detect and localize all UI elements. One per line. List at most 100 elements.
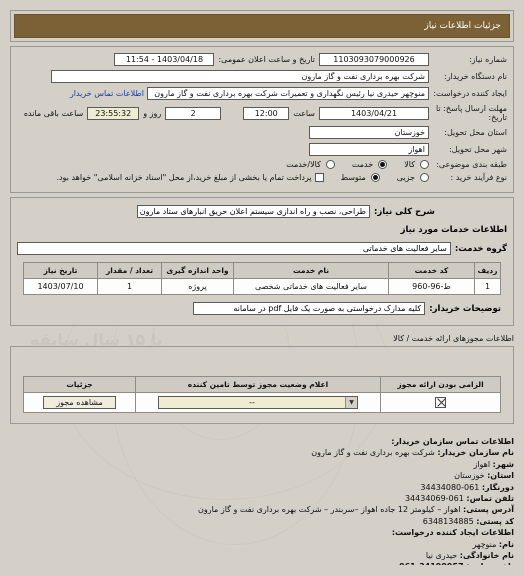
category-radio-khedmat[interactable]	[378, 160, 388, 169]
cell-permit-required	[380, 392, 501, 413]
requester-info-title: اطلاعات ایجاد کننده درخواست:	[391, 528, 514, 538]
requester-value-firstname: منوچهر	[472, 539, 497, 549]
cell-need-date: 1403/07/10	[23, 278, 98, 295]
buyer-org-label: نام دستگاه خریدار:	[444, 72, 507, 81]
table-row: ▼ -- مشاهده مجوز	[23, 392, 501, 413]
category-radio-kala-khedmat[interactable]	[325, 160, 335, 169]
top-strip	[0, 0, 524, 8]
deadline-label: مهلت ارسال پاسخ: تا تاریخ:	[429, 104, 507, 122]
contact-value-fax: 34434080-061	[420, 482, 480, 492]
cell-quantity: 1	[97, 278, 162, 295]
col-permit-status: اعلام وضعیت مجوز توسط تامین کننده	[135, 376, 381, 393]
contact-key-phone: تلفن تماس:	[466, 494, 514, 504]
buyer-contact-link[interactable]: اطلاعات تماس خریدار	[70, 89, 147, 98]
contact-info-block: اطلاعات تماس سازمان خریدار: نام سازمان خ…	[10, 436, 514, 565]
city-label: شهر محل تحویل:	[449, 145, 507, 154]
row-requester: ایجاد کننده درخواست: منوچهر حیدری نیا رئ…	[17, 87, 507, 100]
items-table: ردیف کد خدمت نام خدمت واحد اندازه گیری ت…	[23, 262, 501, 295]
requester-value-lastname: حیدری نیا	[425, 551, 458, 561]
buyer-notes-label: توضیحات خریدار:	[429, 303, 501, 314]
deadline-time-input[interactable]: 12:00	[243, 106, 290, 120]
cell-row-no: 1	[474, 278, 501, 295]
contact-title: اطلاعات تماس سازمان خریدار:	[391, 437, 514, 446]
table-row: 1 ط-96-960 سایر فعالیت های خدماتی شخصی پ…	[23, 278, 501, 295]
purchase-radio-motevaset[interactable]	[370, 173, 380, 182]
buyer-notes-input[interactable]: کلیه مدارک درخواستی به صورت یک فایل pdf …	[193, 302, 426, 315]
row-buyer-org: نام دستگاه خریدار: شرکت بهره برداری نفت …	[17, 70, 507, 83]
contact-value-province: خوزستان	[454, 471, 485, 481]
treasury-bond-label: پرداخت تمام یا بخشی از مبلغ خرید،از محل …	[56, 173, 312, 182]
contact-field: تلفن تماس: 34434069-061	[10, 493, 514, 504]
page-title: جزئیات اطلاعات نیاز	[14, 14, 510, 38]
row-province: استان محل تحویل: خوزستان	[17, 126, 507, 139]
service-group-label: گروه خدمت:	[454, 243, 507, 254]
city-input[interactable]: اهواز	[309, 143, 429, 156]
row-overall-description: شرح کلی نیاز: طراحی، نصب و راه اندازی سی…	[17, 205, 507, 218]
row-deadline: مهلت ارسال پاسخ: تا تاریخ: 1403/04/21 سا…	[17, 104, 507, 122]
header-panel: جزئیات اطلاعات نیاز	[10, 10, 514, 42]
permits-table-header-row: الزامی بودن ارائه مجوز اعلام وضعیت مجوز …	[23, 376, 501, 393]
purchase-label-jozei: جزیی	[396, 173, 415, 182]
category-label: طبقه بندی موضوعی:	[436, 160, 507, 169]
need-number-input[interactable]: 1103093079000926	[319, 53, 429, 66]
announce-datetime-label: تاریخ و ساعت اعلان عمومی:	[218, 55, 315, 64]
services-info-title: اطلاعات خدمات مورد نیاز	[400, 225, 507, 235]
permits-panel: الزامی بودن ارائه مجوز اعلام وضعیت مجوز …	[10, 346, 514, 424]
contact-field: شهر: اهواز	[10, 459, 514, 470]
service-group-input[interactable]: سایر فعالیت های خدماتی	[17, 242, 451, 255]
requester-phone-cut: تلفن تماس: 34199957-061	[399, 562, 514, 565]
contact-field: استان: خوزستان	[10, 470, 514, 481]
purchase-radio-jozei[interactable]	[420, 173, 429, 182]
contact-field: کد پستی: 6348134885	[10, 516, 514, 527]
col-quantity: تعداد / مقدار	[97, 262, 162, 279]
col-permit-required: الزامی بودن ارائه مجوز	[380, 376, 501, 393]
view-permit-button[interactable]: مشاهده مجوز	[43, 396, 116, 409]
row-service-group: گروه خدمت: سایر فعالیت های خدماتی	[17, 242, 507, 255]
col-unit: واحد اندازه گیری	[161, 262, 234, 279]
contact-value-phone: 34434069-061	[404, 494, 464, 504]
cell-permit-details: مشاهده مجوز	[23, 392, 136, 413]
col-row-no: ردیف	[474, 262, 501, 279]
contact-field: نام خانوادگی: حیدری نیا	[10, 550, 514, 561]
contact-field: نام: منوچهر	[10, 539, 514, 550]
contact-field: نام سازمان خریدار: شرکت بهره برداری نفت …	[10, 447, 514, 458]
category-label-khedmat: خدمت	[351, 160, 374, 169]
cell-unit: پروژه	[161, 278, 234, 295]
contact-field: دورنگار: 34434080-061	[10, 482, 514, 493]
permit-status-select[interactable]: ▼ --	[158, 396, 358, 409]
category-radio-kala[interactable]	[420, 160, 429, 169]
col-service-code: کد خدمت	[388, 262, 475, 279]
contact-key-address: آدرس پستی:	[463, 505, 514, 515]
need-info-form: شماره نیاز: 1103093079000926 تاریخ و ساع…	[10, 46, 514, 193]
hour-label: ساعت	[293, 108, 315, 118]
deadline-label-line1: مهلت ارسال پاسخ: تا	[435, 104, 507, 113]
page-root: 1001 ParsNamadData با ۱۵ سال سابقه پایگا…	[0, 0, 524, 576]
contact-key-province: استان:	[487, 471, 514, 481]
deadline-date-input[interactable]: 1403/04/21	[319, 106, 429, 120]
permit-status-value: --	[249, 398, 255, 407]
permit-required-checkbox-x-icon[interactable]	[435, 397, 446, 408]
province-label: استان محل تحویل:	[444, 128, 507, 137]
col-need-date: تاریخ نیاز	[23, 262, 98, 279]
description-panel: شرح کلی نیاز: طراحی، نصب و راه اندازی سی…	[10, 197, 514, 326]
province-input[interactable]: خوزستان	[309, 126, 429, 139]
permits-table: الزامی بودن ارائه مجوز اعلام وضعیت مجوز …	[23, 376, 501, 413]
row-purchase-type: نوع فرآیند خرید : جزیی متوسط پرداخت تمام…	[17, 173, 507, 182]
contact-field: آدرس پستی: اهواز – کیلومتر 12 جاده اهواز…	[10, 504, 514, 515]
requester-label: ایجاد کننده درخواست:	[433, 89, 507, 98]
requester-key-lastname: نام خانوادگی:	[459, 551, 514, 561]
cell-service-name: سایر فعالیت های خدماتی شخصی	[233, 278, 389, 295]
requester-input[interactable]: منوچهر حیدری نیا رئیس نگهداری و تعمیرات …	[147, 87, 429, 100]
permits-section-title: اطلاعات مجوزهای ارائه خدمت / کالا	[393, 334, 514, 343]
buyer-org-input[interactable]: شرکت بهره برداری نفت و گاز مارون	[51, 70, 429, 83]
category-radio-group: کالا خدمت کالا/خدمت	[285, 160, 429, 169]
announce-datetime-input[interactable]: 1403/04/18 - 11:54	[114, 53, 215, 66]
overall-description-input[interactable]: طراحی، نصب و راه اندازی سیستم اعلان حریق…	[137, 205, 370, 218]
cell-service-code: ط-96-960	[388, 278, 475, 295]
contact-value-org: شرکت بهره برداری نفت و گاز مارون	[311, 448, 435, 458]
row-buyer-notes: توضیحات خریدار: کلیه مدارک درخواستی به ص…	[23, 302, 501, 315]
days-remaining-input[interactable]: 2	[165, 106, 222, 120]
treasury-bond-checkbox[interactable]	[314, 173, 324, 182]
contact-value-postal: 6348134885	[422, 516, 474, 526]
purchase-label-motevaset: متوسط	[340, 173, 366, 182]
